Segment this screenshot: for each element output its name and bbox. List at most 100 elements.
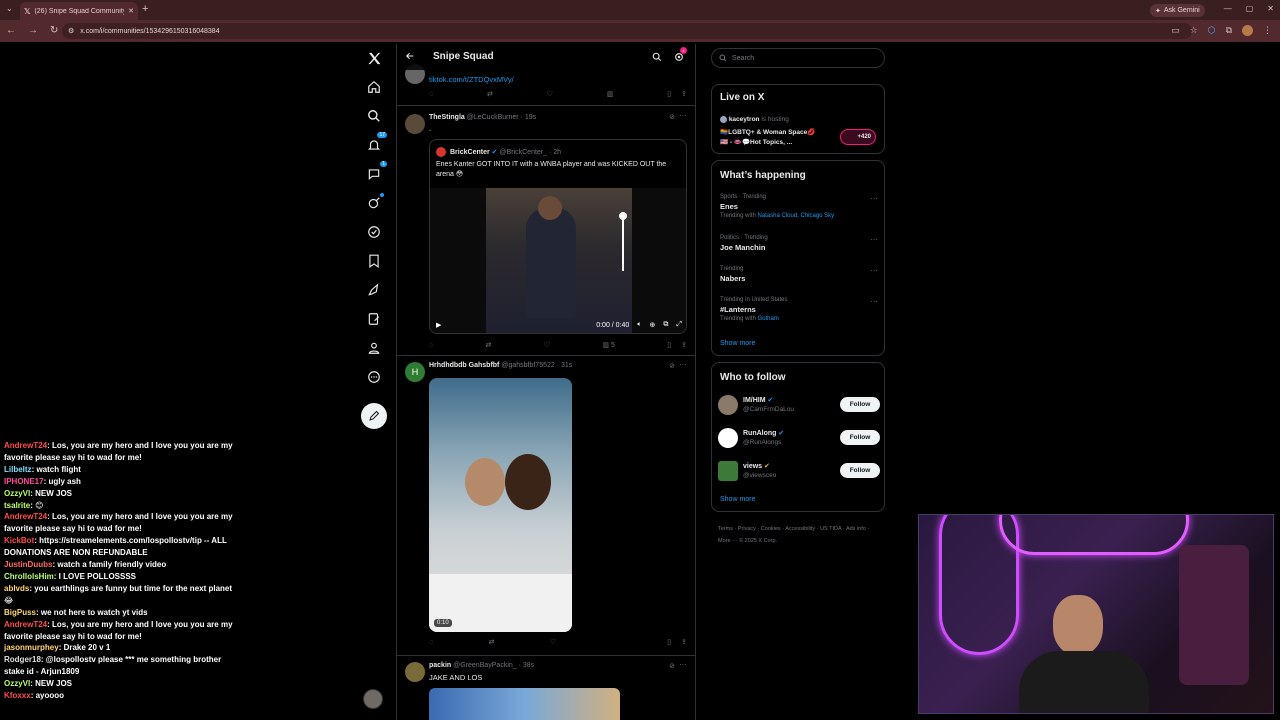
messages-icon[interactable]: 1 bbox=[364, 161, 387, 184]
new-tab-icon[interactable]: + bbox=[142, 3, 148, 15]
bookmark-icon[interactable]: ▯ bbox=[667, 341, 671, 349]
chat-username[interactable]: tsalrite bbox=[4, 501, 30, 510]
home-icon[interactable] bbox=[364, 77, 384, 97]
site-info-icon[interactable]: ⚙ bbox=[68, 27, 74, 35]
jobs-rocket-icon[interactable] bbox=[364, 280, 384, 300]
chat-username[interactable]: KickBot bbox=[4, 536, 34, 545]
explore-search-icon[interactable] bbox=[364, 106, 384, 126]
author-name[interactable]: packin bbox=[429, 662, 451, 669]
bookmarks-icon[interactable] bbox=[364, 251, 384, 271]
trend-more-icon[interactable]: ··· bbox=[870, 297, 878, 306]
trend-links[interactable]: Gotham bbox=[757, 316, 778, 322]
grok-explain-icon[interactable]: ⊘ bbox=[669, 113, 675, 121]
chat-username[interactable]: AndrewT24 bbox=[4, 620, 47, 629]
retweet-icon[interactable]: ⇄ bbox=[489, 638, 495, 646]
chat-username[interactable]: OzzyVI bbox=[4, 489, 30, 498]
tweet-time[interactable]: · 19s bbox=[521, 114, 537, 121]
follow-suggestion[interactable]: IM/HIM ✔ @CamFrmDaLou Follow bbox=[718, 393, 880, 419]
extension-icon[interactable]: ⬡ bbox=[1208, 25, 1216, 36]
tweet-link[interactable]: tiktok.com/t/ZTDQvxMVy/ bbox=[429, 75, 514, 84]
follow-button[interactable]: Follow bbox=[840, 397, 880, 412]
chat-username[interactable]: AndrewT24 bbox=[4, 512, 47, 521]
reply-icon[interactable]: ◌ bbox=[429, 90, 433, 98]
trend-item[interactable]: Trending in United States #Lanterns Tren… bbox=[720, 297, 878, 322]
video-player[interactable]: ▶ 0:00 / 0:40 🔈︎ ⊕ ⧉ ⤢ bbox=[430, 188, 686, 333]
browser-tab[interactable]: 𝕏 (26) Snipe Squad Community / ✕ bbox=[20, 2, 138, 20]
avatar[interactable] bbox=[718, 461, 738, 481]
quote-author-name[interactable]: BrickCenter bbox=[450, 149, 490, 156]
search-input[interactable]: Search bbox=[711, 48, 885, 68]
chat-username[interactable]: OzzyVI bbox=[4, 679, 30, 688]
follow-button[interactable]: Follow bbox=[840, 430, 880, 445]
tweet-image[interactable] bbox=[429, 688, 620, 720]
share-icon[interactable]: ⇪ bbox=[681, 341, 687, 349]
quoted-tweet[interactable]: BrickCenter ✔ @BrickCenter_ · 2h Enes Ka… bbox=[429, 139, 687, 334]
live-listeners-badge[interactable]: +420 bbox=[840, 129, 876, 145]
share-icon[interactable]: ⇪ bbox=[681, 90, 687, 98]
community-search-icon[interactable] bbox=[652, 52, 662, 62]
like-icon[interactable]: ♡ bbox=[544, 341, 550, 349]
trend-more-icon[interactable]: ··· bbox=[870, 266, 878, 275]
play-icon[interactable]: ▶ bbox=[436, 321, 441, 329]
follow-show-more-link[interactable]: Show more bbox=[720, 496, 755, 503]
chat-username[interactable]: IPHONE17 bbox=[4, 477, 44, 486]
x-logo-icon[interactable] bbox=[364, 48, 384, 68]
author-handle[interactable]: @LeCuckBurner bbox=[467, 114, 519, 121]
author-handle[interactable]: @GreenBayPackin_ bbox=[453, 662, 517, 669]
share-icon[interactable]: ⇪ bbox=[681, 638, 687, 646]
compose-post-button[interactable] bbox=[361, 403, 387, 429]
avatar[interactable] bbox=[718, 395, 738, 415]
more-options-icon[interactable]: ··· bbox=[679, 660, 687, 669]
pip-icon[interactable]: ⧉ bbox=[663, 321, 668, 329]
chat-username[interactable]: ablvds bbox=[4, 584, 29, 593]
avatar[interactable] bbox=[405, 662, 425, 682]
extensions-puzzle-icon[interactable]: ⧉ bbox=[1226, 25, 1232, 36]
grok-explain-icon[interactable]: ⊘ bbox=[669, 362, 675, 370]
reply-icon[interactable]: ◌ bbox=[429, 638, 433, 646]
more-options-icon[interactable]: ··· bbox=[679, 111, 687, 120]
retweet-icon[interactable]: ⇄ bbox=[486, 341, 492, 349]
bookmark-icon[interactable]: ▯ bbox=[667, 638, 671, 646]
communities-icon[interactable] bbox=[364, 222, 384, 242]
profile-icon[interactable] bbox=[364, 338, 384, 358]
live-space-title[interactable]: 🏳️‍🌈LGBTQ+ & Woman Space💋 🇺🇸 - 👄💬Hot Top… bbox=[720, 128, 840, 148]
retweet-icon[interactable]: ⇄ bbox=[487, 90, 493, 98]
chat-username[interactable]: Rodger18 bbox=[4, 655, 41, 664]
trend-more-icon[interactable]: ··· bbox=[870, 235, 878, 244]
ask-gemini-button[interactable]: ✦ Ask Gemini bbox=[1150, 4, 1205, 17]
chat-username[interactable]: JustinDuubs bbox=[4, 560, 52, 569]
premium-icon[interactable] bbox=[364, 309, 384, 329]
volume-slider[interactable] bbox=[619, 212, 627, 271]
trend-links[interactable]: Natasha Cloud, Chicago Sky bbox=[757, 213, 834, 219]
chat-username[interactable]: AndrewT24 bbox=[4, 441, 47, 450]
chat-username[interactable]: Kfoxxx bbox=[4, 691, 31, 700]
like-icon[interactable]: ♡ bbox=[547, 90, 553, 98]
tweet-video[interactable]: 0:10 bbox=[429, 378, 572, 632]
close-window-icon[interactable]: ✕ bbox=[1267, 4, 1274, 13]
back-icon[interactable]: ← bbox=[6, 25, 16, 36]
chat-username[interactable]: jasonmurphey bbox=[4, 643, 59, 652]
reply-icon[interactable]: ◌ bbox=[429, 341, 433, 349]
like-icon[interactable]: ♡ bbox=[550, 638, 556, 646]
follow-button[interactable]: Follow bbox=[840, 463, 880, 478]
trend-more-icon[interactable]: ··· bbox=[870, 194, 878, 203]
trend-item[interactable]: Trending Nabers ··· bbox=[720, 266, 878, 283]
chat-username[interactable]: BigPuss bbox=[4, 608, 36, 617]
author-name[interactable]: Hrhdhdbdb Gahsbfbf bbox=[429, 362, 499, 369]
grok-explain-icon[interactable]: ⊘ bbox=[669, 662, 675, 670]
views-button[interactable]: ▥ 5 bbox=[602, 341, 615, 350]
trend-item[interactable]: Sports · Trending Enes Trending with Nat… bbox=[720, 194, 878, 219]
avatar[interactable]: H bbox=[405, 362, 425, 382]
author-handle[interactable]: @gahsbfbf75522 bbox=[501, 362, 554, 369]
tweet-time[interactable]: · 38s bbox=[519, 662, 535, 669]
volume-icon[interactable]: 🔈︎ bbox=[637, 321, 641, 329]
captions-icon[interactable]: ⊕ bbox=[650, 321, 656, 329]
tab-search-icon[interactable]: ⌄ bbox=[6, 4, 13, 13]
notifications-bell-icon[interactable]: 17 bbox=[364, 132, 387, 155]
tweet[interactable]: packin @GreenBayPackin_ · 38s ⊘ ··· JAKE… bbox=[397, 656, 695, 720]
volume-knob[interactable] bbox=[619, 212, 627, 220]
trends-show-more-link[interactable]: Show more bbox=[720, 340, 755, 347]
more-icon[interactable] bbox=[364, 367, 384, 387]
follow-suggestion[interactable]: views ✔ @viewsceo Follow bbox=[718, 459, 880, 485]
close-tab-icon[interactable]: ✕ bbox=[128, 7, 134, 15]
